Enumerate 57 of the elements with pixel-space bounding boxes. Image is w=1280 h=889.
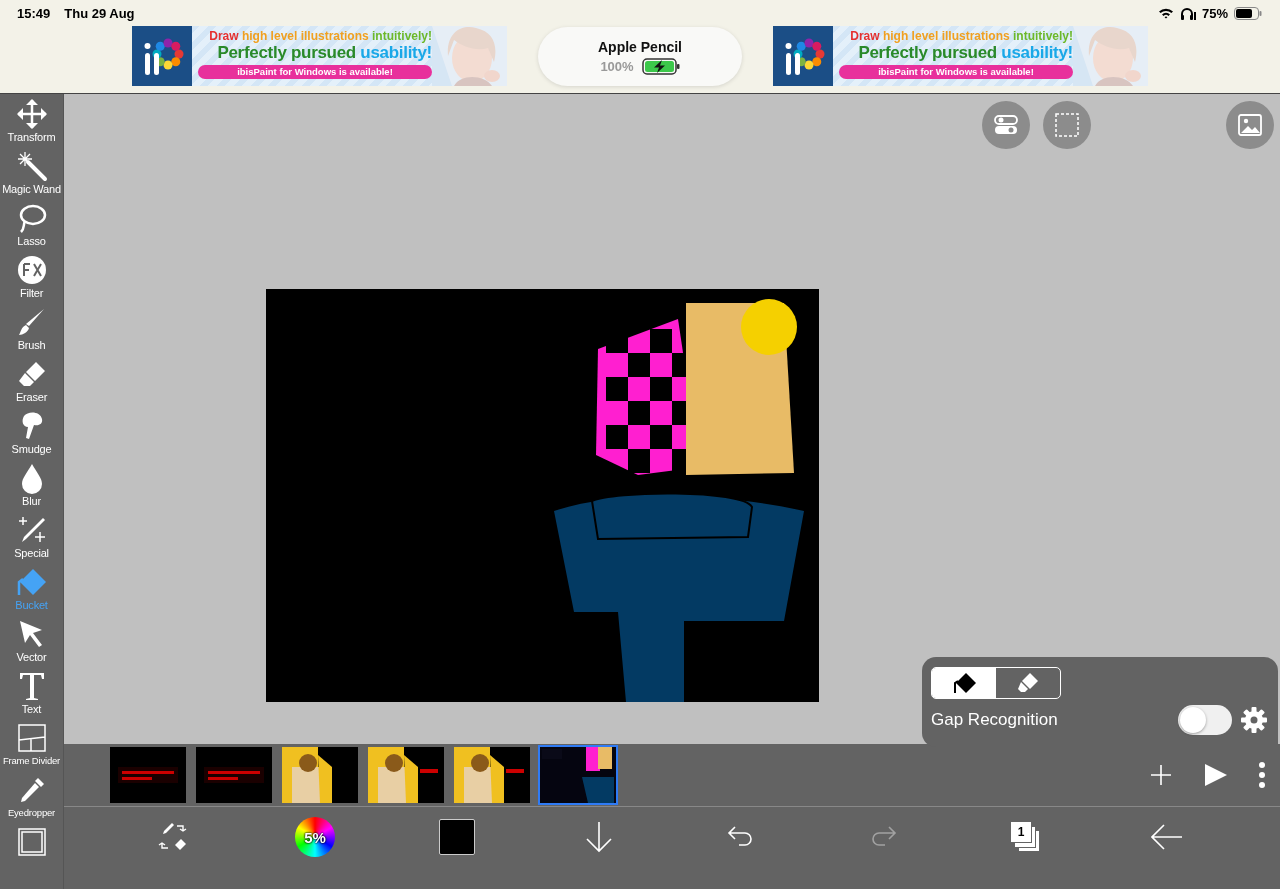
selection-button[interactable] (1043, 101, 1091, 149)
reference-image-button[interactable] (1226, 101, 1274, 149)
back-button[interactable] (1151, 824, 1183, 850)
status-time: 15:49 (17, 5, 51, 21)
battery-percent: 75% (1201, 5, 1228, 21)
tool-button[interactable]: Blur (0, 462, 63, 514)
tool-button[interactable]: Eraser (0, 358, 63, 410)
tool-button[interactable]: Transform (0, 98, 63, 150)
transform-icon (15, 98, 48, 130)
toggle-switch[interactable] (1178, 705, 1232, 735)
bucket-icon (951, 672, 977, 694)
gap-recognition-label: Gap Recognition (931, 710, 1058, 730)
wand-icon (15, 150, 48, 182)
settings-toggle-button[interactable] (982, 101, 1030, 149)
tool-button[interactable]: Lasso (0, 202, 63, 254)
eraser-icon (1015, 672, 1041, 694)
divider-icon (15, 722, 48, 754)
more-options-button[interactable] (1258, 761, 1266, 789)
filter-icon (15, 254, 48, 286)
swap-brush-eraser-button[interactable] (157, 821, 189, 853)
tool-button[interactable]: Vector (0, 618, 63, 670)
fill-mode-segmented-control[interactable] (931, 667, 1061, 699)
ad-tagline: Perfectly pursued usability! (858, 43, 1073, 63)
down-arrow-button[interactable] (585, 821, 613, 853)
battery-icon (1234, 6, 1262, 20)
undo-button[interactable] (727, 825, 755, 849)
tool-button[interactable]: Filter (0, 254, 63, 306)
tool-button[interactable]: Text (0, 670, 63, 722)
ad-banner-text: ibisPaint for Windows is available! (198, 65, 432, 79)
status-date: Thu 29 Aug (64, 5, 135, 21)
tool-button[interactable]: Eyedropper (0, 774, 63, 826)
pencil-name: Apple Pencil (598, 38, 682, 55)
ad-headline: Draw high level illustrations intuitively! (850, 29, 1073, 43)
tool-button[interactable]: Frame Divider (0, 722, 63, 774)
app-logo-icon (773, 26, 833, 86)
headphones-icon (1179, 6, 1196, 20)
bucket-icon (15, 566, 48, 598)
dashed-square-icon (1054, 112, 1080, 138)
image-icon (1237, 112, 1263, 138)
settings-icon[interactable] (1240, 706, 1268, 734)
play-button[interactable] (1202, 762, 1228, 788)
canvas-icon (15, 826, 48, 858)
ad-banner-text: ibisPaint for Windows is available! (839, 65, 1073, 79)
tool-button[interactable]: Smudge (0, 410, 63, 462)
pencil-battery-percent: 100% (600, 58, 634, 74)
ad-banner[interactable]: Draw high level illustrations intuitively! Perfectly pursued usability! ibisPaint for Windows is available! (132, 26, 507, 86)
tool-button[interactable]: Magic Wand (0, 150, 63, 202)
color-swatch[interactable] (439, 819, 475, 855)
add-frame-button[interactable] (1150, 764, 1172, 786)
tool-button[interactable]: Brush (0, 306, 63, 358)
ad-tagline: Perfectly pursued usability! (217, 43, 432, 63)
ad-headline: Draw high level illustrations intuitively! (209, 29, 432, 43)
ad-banner[interactable]: Draw high level illustrations intuitively! Perfectly pursued usability! ibisPaint for Windows is available! (773, 26, 1148, 86)
wifi-icon (1157, 7, 1174, 19)
fill-mode-button[interactable] (932, 668, 996, 698)
app-logo-icon (132, 26, 192, 86)
tool-button[interactable]: Special (0, 514, 63, 566)
